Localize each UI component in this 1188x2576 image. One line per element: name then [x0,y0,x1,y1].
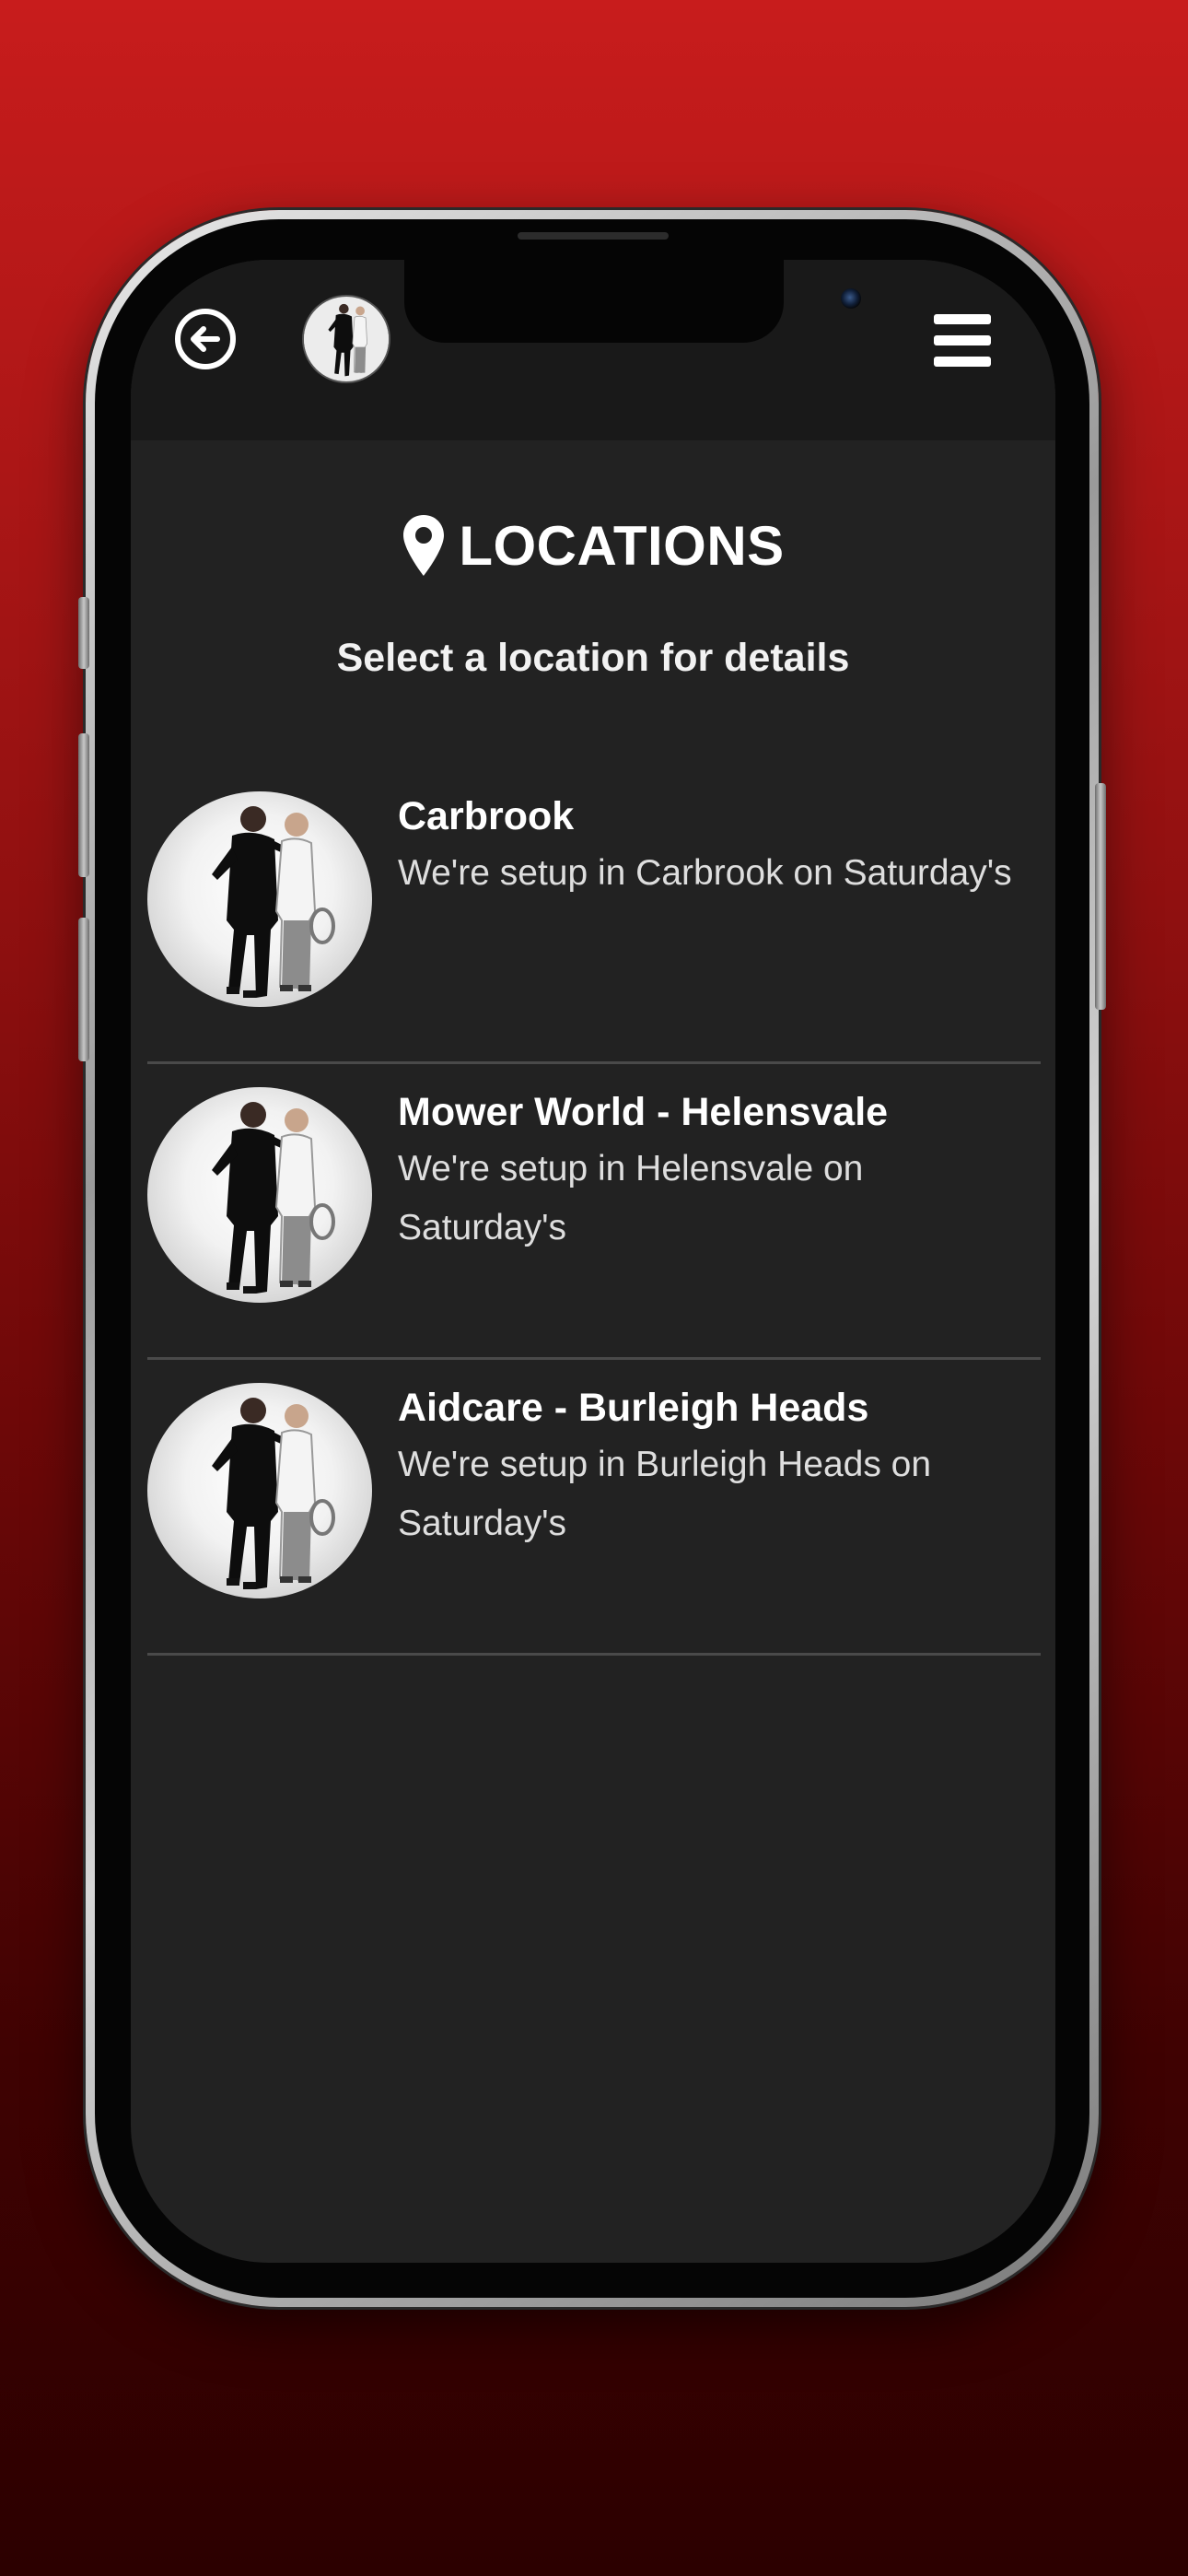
page-title: LOCATIONS [131,509,1055,582]
back-button[interactable] [173,307,238,371]
profile-avatar-image [304,298,389,381]
location-description: We're setup in Helensvale on Saturday's [398,1149,864,1247]
power-button [1095,783,1106,1010]
location-photo [212,1102,335,1294]
back-arrow-circle-icon [175,309,236,369]
location-photo [212,1398,335,1589]
location-text: Mower World - Helensvale We're setup in … [398,1084,1033,1258]
phone-screen: LOCATIONS Select a location for details … [131,260,1055,2263]
volume-up-button [78,733,89,877]
earpiece-speaker [518,232,669,240]
menu-button[interactable] [932,312,993,369]
location-item-burleigh-heads[interactable]: Aidcare - Burleigh Heads We're setup in … [147,1360,1041,1656]
avatar[interactable] [304,297,389,381]
volume-down-button [78,918,89,1061]
map-pin-icon [403,515,445,576]
location-description: We're setup in Carbrook on Saturday's [398,853,1012,893]
location-thumbnail [147,1383,372,1598]
location-photo [212,806,335,998]
location-thumbnail [147,791,372,1007]
front-camera [841,288,861,309]
page-subtitle: Select a location for details [336,636,850,680]
location-item-helensvale[interactable]: Mower World - Helensvale We're setup in … [147,1064,1041,1360]
hamburger-menu-icon [934,314,991,367]
location-description: We're setup in Burleigh Heads on Saturda… [398,1445,932,1543]
notch [404,260,861,343]
location-name: Mower World - Helensvale [398,1090,889,1134]
location-text: Carbrook We're setup in Carbrook on Satu… [398,789,1033,903]
location-name: Aidcare - Burleigh Heads [398,1386,869,1430]
location-name: Carbrook [398,794,575,838]
silent-switch [78,597,89,669]
location-item-carbrook[interactable]: Carbrook We're setup in Carbrook on Satu… [147,768,1041,1064]
location-thumbnail [147,1087,372,1303]
location-list: Carbrook We're setup in Carbrook on Satu… [147,768,1041,1656]
app-header [131,260,1055,440]
location-text: Aidcare - Burleigh Heads We're setup in … [398,1380,1033,1553]
page-title-text: LOCATIONS [459,514,785,577]
